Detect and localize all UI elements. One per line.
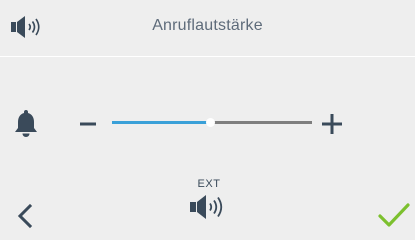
slider-fill [112,121,210,124]
volume-slider[interactable] [112,112,312,134]
header: Anruflautstärke [0,0,415,56]
ext-label: EXT [197,178,221,190]
page-title: Anruflautstärke [152,17,263,34]
ext-speaker-button[interactable]: EXT [184,175,234,223]
volume-increase-button[interactable] [319,110,347,138]
back-button[interactable] [14,201,38,231]
speaker-icon [190,195,223,219]
confirm-button[interactable] [376,200,412,230]
header-divider [0,56,415,57]
bell-icon [15,110,37,137]
slider-thumb[interactable] [206,118,215,127]
volume-decrease-button[interactable] [78,114,108,134]
